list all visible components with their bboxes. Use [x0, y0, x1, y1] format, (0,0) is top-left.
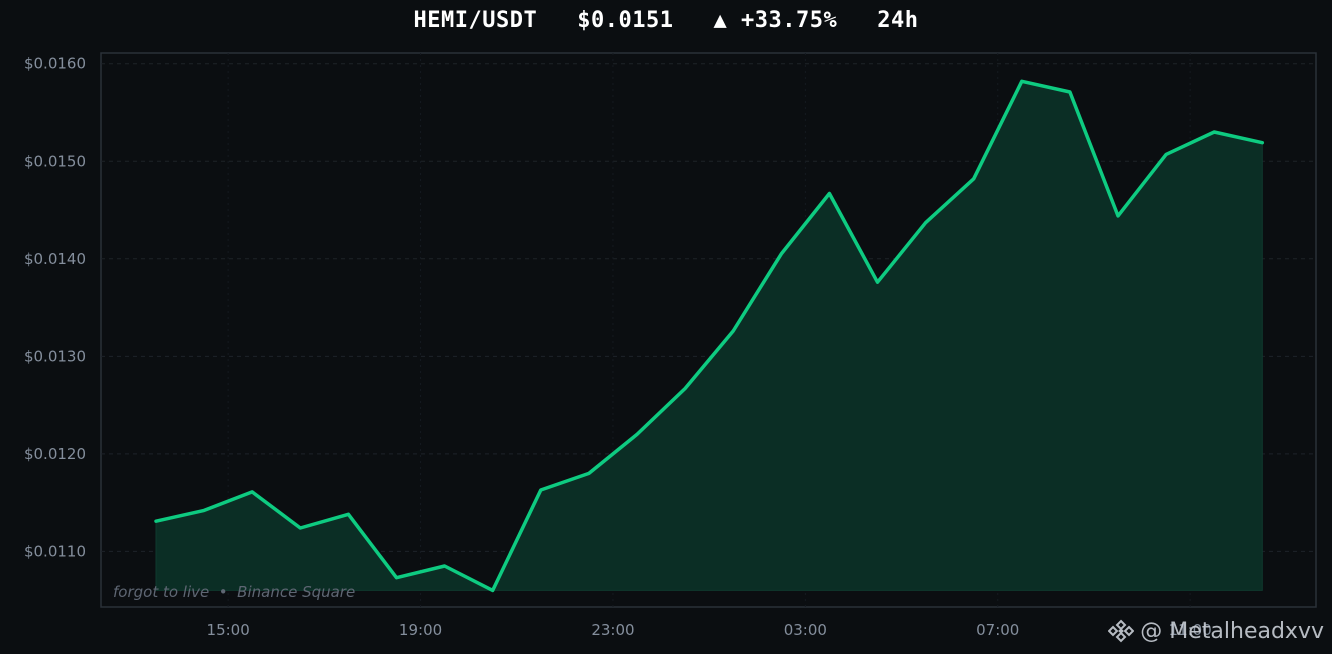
x-tick-label: 15:00 [207, 621, 250, 639]
x-tick-label: 19:00 [399, 621, 442, 639]
y-tick-label: $0.0120 [24, 445, 86, 463]
y-axis-ticks: $0.0110 $0.0120 $0.0130 $0.0140 $0.0150 $0.01… [24, 55, 86, 561]
binance-logo-icon [1108, 619, 1135, 643]
chart-caption: forgot to live • Binance Square [113, 583, 355, 601]
y-tick-label: $0.0160 [24, 55, 86, 73]
x-axis-ticks: 15:00 19:00 23:00 03:00 07:00 11:00 [207, 621, 1212, 639]
y-tick-label: $0.0150 [24, 152, 86, 170]
y-tick-label: $0.0110 [24, 542, 86, 560]
watermark: @ Metalheadxvv [1108, 618, 1324, 644]
x-tick-label: 03:00 [784, 621, 827, 639]
price-chart: $0.0110 $0.0120 $0.0130 $0.0140 $0.0150 $0.01… [24, 52, 1317, 639]
y-tick-label: $0.0140 [24, 250, 86, 268]
watermark-handle: @ Metalheadxvv [1140, 618, 1324, 644]
y-tick-label: $0.0130 [24, 347, 86, 365]
x-tick-label: 23:00 [591, 621, 634, 639]
x-tick-label: 07:00 [976, 621, 1019, 639]
